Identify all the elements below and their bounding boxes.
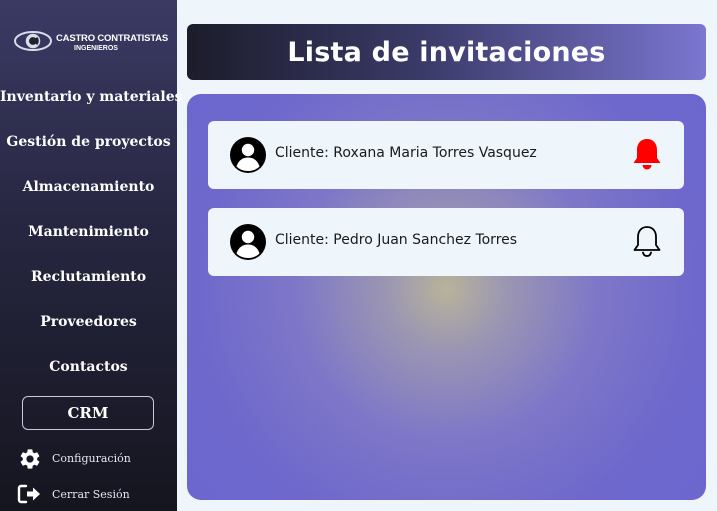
- sidebar-item-gestion-proyectos[interactable]: Gestión de proyectos: [0, 134, 177, 150]
- sidebar-item-crm[interactable]: CRM: [22, 396, 154, 430]
- page-header: Lista de invitaciones: [187, 24, 706, 80]
- sidebar-item-mantenimiento[interactable]: Mantenimiento: [0, 224, 177, 240]
- sidebar-item-reclutamiento[interactable]: Reclutamiento: [0, 269, 177, 285]
- settings-label: Configuración: [52, 452, 131, 465]
- sidebar-item-inventario[interactable]: Inventario y materiales: [0, 89, 183, 105]
- invitations-panel: Cliente: Roxana Maria Torres Vasquez Cli…: [187, 94, 706, 500]
- sidebar: CASTRO CONTRATISTAS INGENIEROS Inventari…: [0, 0, 183, 511]
- invitation-card[interactable]: Cliente: Pedro Juan Sanchez Torres: [208, 208, 684, 276]
- bell-outline-icon[interactable]: [631, 224, 663, 258]
- brand-logo: CASTRO CONTRATISTAS INGENIEROS: [14, 28, 168, 58]
- bell-filled-icon[interactable]: [631, 137, 663, 171]
- brand-subtitle: INGENIEROS: [74, 45, 118, 52]
- user-avatar-icon: [230, 137, 266, 173]
- invitation-card[interactable]: Cliente: Roxana Maria Torres Vasquez: [208, 121, 684, 189]
- user-avatar-icon: [230, 224, 266, 260]
- logout-icon: [17, 484, 40, 504]
- sidebar-item-proveedores[interactable]: Proveedores: [0, 314, 177, 330]
- page-title: Lista de invitaciones: [287, 36, 606, 68]
- invitation-client-name: Cliente: Roxana Maria Torres Vasquez: [275, 145, 537, 161]
- gear-icon: [20, 449, 40, 469]
- sidebar-item-contactos[interactable]: Contactos: [0, 359, 177, 375]
- eye-logo-icon: [14, 31, 52, 51]
- sidebar-item-almacenamiento[interactable]: Almacenamiento: [0, 179, 177, 195]
- invitation-client-name: Cliente: Pedro Juan Sanchez Torres: [275, 232, 518, 248]
- logout-label: Cerrar Sesión: [52, 488, 130, 501]
- brand-name: CASTRO CONTRATISTAS: [56, 33, 168, 44]
